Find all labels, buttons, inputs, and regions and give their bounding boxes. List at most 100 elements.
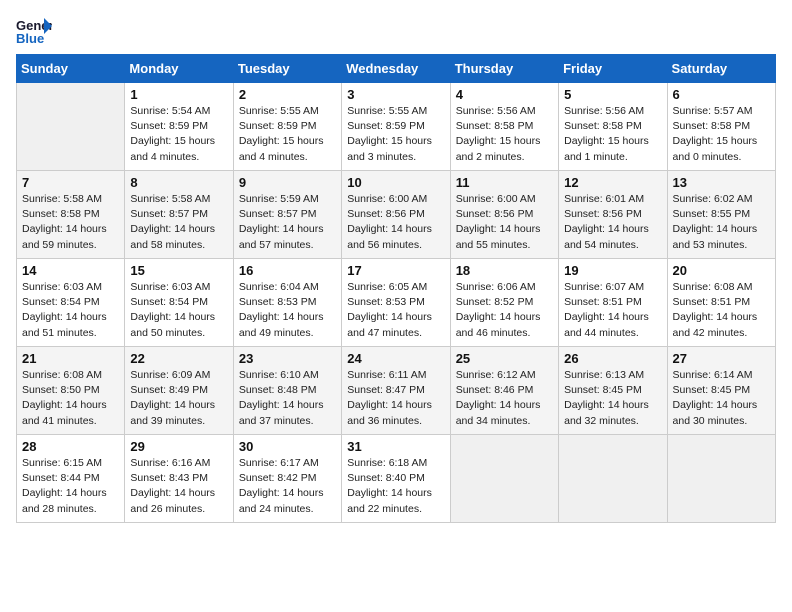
page-header: General Blue [16,16,776,46]
day-number: 21 [22,351,119,366]
day-info: Sunrise: 5:54 AM Sunset: 8:59 PM Dayligh… [130,104,227,165]
day-number: 20 [673,263,770,278]
week-row-4: 21 Sunrise: 6:08 AM Sunset: 8:50 PM Dayli… [17,347,776,435]
day-number: 2 [239,87,336,102]
calendar-cell: 23Sunrise: 6:10 AM Sunset: 8:48 PM Dayli… [233,347,341,435]
svg-text:Blue: Blue [16,31,44,46]
day-info: Sunrise: 6:04 AM Sunset: 8:53 PM Dayligh… [239,280,336,341]
day-number: 27 [673,351,770,366]
day-number: 15 [130,263,227,278]
day-info: Sunrise: 6:03 AM Sunset: 8:54 PM Dayligh… [130,280,227,341]
calendar-cell: 30 Sunrise: 6:17 AM Sunset: 8:42 PM Dayli… [233,435,341,523]
day-number: 22 [130,351,227,366]
day-info: Sunrise: 6:07 AM Sunset: 8:51 PM Dayligh… [564,280,661,341]
calendar-cell: 1 Sunrise: 5:54 AM Sunset: 8:59 PM Daylig… [125,83,233,171]
day-number: 7 [22,175,119,190]
day-number: 30 [239,439,336,454]
calendar-table: SundayMondayTuesdayWednesdayThursdayFrid… [16,54,776,523]
week-row-2: 7 Sunrise: 5:58 AM Sunset: 8:58 PM Daylig… [17,171,776,259]
calendar-cell: 9Sunrise: 5:59 AM Sunset: 8:57 PM Daylig… [233,171,341,259]
day-number: 18 [456,263,553,278]
day-number: 29 [130,439,227,454]
calendar-cell [17,83,125,171]
day-info: Sunrise: 6:13 AM Sunset: 8:45 PM Dayligh… [564,368,661,429]
day-number: 12 [564,175,661,190]
calendar-cell: 31 Sunrise: 6:18 AM Sunset: 8:40 PM Dayli… [342,435,450,523]
day-info: Sunrise: 6:12 AM Sunset: 8:46 PM Dayligh… [456,368,553,429]
day-header-friday: Friday [559,55,667,83]
day-info: Sunrise: 5:55 AM Sunset: 8:59 PM Dayligh… [239,104,336,165]
day-number: 23 [239,351,336,366]
calendar-cell: 13 Sunrise: 6:02 AM Sunset: 8:55 PM Dayli… [667,171,775,259]
day-info: Sunrise: 6:08 AM Sunset: 8:50 PM Dayligh… [22,368,119,429]
logo-icon: General Blue [16,16,52,46]
day-header-saturday: Saturday [667,55,775,83]
week-row-1: 1 Sunrise: 5:54 AM Sunset: 8:59 PM Daylig… [17,83,776,171]
calendar-cell: 24Sunrise: 6:11 AM Sunset: 8:47 PM Dayli… [342,347,450,435]
day-info: Sunrise: 6:03 AM Sunset: 8:54 PM Dayligh… [22,280,119,341]
calendar-cell: 25 Sunrise: 6:12 AM Sunset: 8:46 PM Dayli… [450,347,558,435]
day-info: Sunrise: 6:18 AM Sunset: 8:40 PM Dayligh… [347,456,444,517]
day-info: Sunrise: 6:01 AM Sunset: 8:56 PM Dayligh… [564,192,661,253]
day-number: 25 [456,351,553,366]
day-number: 1 [130,87,227,102]
day-info: Sunrise: 5:59 AM Sunset: 8:57 PM Dayligh… [239,192,336,253]
day-info: Sunrise: 5:57 AM Sunset: 8:58 PM Dayligh… [673,104,770,165]
day-number: 16 [239,263,336,278]
day-info: Sunrise: 6:15 AM Sunset: 8:44 PM Dayligh… [22,456,119,517]
logo: General Blue [16,16,52,46]
day-info: Sunrise: 6:17 AM Sunset: 8:42 PM Dayligh… [239,456,336,517]
calendar-cell: 28 Sunrise: 6:15 AM Sunset: 8:44 PM Dayli… [17,435,125,523]
calendar-cell: 22 Sunrise: 6:09 AM Sunset: 8:49 PM Dayli… [125,347,233,435]
calendar-cell: 11Sunrise: 6:00 AM Sunset: 8:56 PM Dayli… [450,171,558,259]
day-info: Sunrise: 6:02 AM Sunset: 8:55 PM Dayligh… [673,192,770,253]
day-number: 28 [22,439,119,454]
calendar-cell: 10 Sunrise: 6:00 AM Sunset: 8:56 PM Dayli… [342,171,450,259]
calendar-cell [559,435,667,523]
day-number: 11 [456,175,553,190]
calendar-cell: 19 Sunrise: 6:07 AM Sunset: 8:51 PM Dayli… [559,259,667,347]
day-number: 10 [347,175,444,190]
calendar-cell: 16 Sunrise: 6:04 AM Sunset: 8:53 PM Dayli… [233,259,341,347]
day-header-wednesday: Wednesday [342,55,450,83]
day-number: 17 [347,263,444,278]
day-number: 31 [347,439,444,454]
day-info: Sunrise: 6:16 AM Sunset: 8:43 PM Dayligh… [130,456,227,517]
calendar-cell: 27 Sunrise: 6:14 AM Sunset: 8:45 PM Dayli… [667,347,775,435]
day-number: 26 [564,351,661,366]
day-info: Sunrise: 6:00 AM Sunset: 8:56 PM Dayligh… [347,192,444,253]
header-row: SundayMondayTuesdayWednesdayThursdayFrid… [17,55,776,83]
calendar-cell: 17Sunrise: 6:05 AM Sunset: 8:53 PM Dayli… [342,259,450,347]
day-number: 6 [673,87,770,102]
calendar-cell: 7 Sunrise: 5:58 AM Sunset: 8:58 PM Daylig… [17,171,125,259]
day-number: 19 [564,263,661,278]
day-number: 5 [564,87,661,102]
day-number: 4 [456,87,553,102]
calendar-cell: 21 Sunrise: 6:08 AM Sunset: 8:50 PM Dayli… [17,347,125,435]
calendar-cell: 12 Sunrise: 6:01 AM Sunset: 8:56 PM Dayli… [559,171,667,259]
day-number: 3 [347,87,444,102]
day-header-tuesday: Tuesday [233,55,341,83]
week-row-5: 28 Sunrise: 6:15 AM Sunset: 8:44 PM Dayli… [17,435,776,523]
day-header-thursday: Thursday [450,55,558,83]
day-header-monday: Monday [125,55,233,83]
calendar-cell: 6 Sunrise: 5:57 AM Sunset: 8:58 PM Daylig… [667,83,775,171]
day-info: Sunrise: 6:14 AM Sunset: 8:45 PM Dayligh… [673,368,770,429]
day-info: Sunrise: 5:58 AM Sunset: 8:58 PM Dayligh… [22,192,119,253]
calendar-cell: 18Sunrise: 6:06 AM Sunset: 8:52 PM Dayli… [450,259,558,347]
calendar-cell: 15 Sunrise: 6:03 AM Sunset: 8:54 PM Dayli… [125,259,233,347]
day-info: Sunrise: 5:56 AM Sunset: 8:58 PM Dayligh… [456,104,553,165]
calendar-cell: 4 Sunrise: 5:56 AM Sunset: 8:58 PM Daylig… [450,83,558,171]
calendar-cell: 20Sunrise: 6:08 AM Sunset: 8:51 PM Dayli… [667,259,775,347]
calendar-cell: 8Sunrise: 5:58 AM Sunset: 8:57 PM Daylig… [125,171,233,259]
day-number: 24 [347,351,444,366]
day-number: 13 [673,175,770,190]
calendar-cell: 3 Sunrise: 5:55 AM Sunset: 8:59 PM Daylig… [342,83,450,171]
day-info: Sunrise: 5:55 AM Sunset: 8:59 PM Dayligh… [347,104,444,165]
day-info: Sunrise: 6:09 AM Sunset: 8:49 PM Dayligh… [130,368,227,429]
calendar-cell: 2 Sunrise: 5:55 AM Sunset: 8:59 PM Daylig… [233,83,341,171]
day-header-sunday: Sunday [17,55,125,83]
calendar-cell: 14Sunrise: 6:03 AM Sunset: 8:54 PM Dayli… [17,259,125,347]
calendar-cell [450,435,558,523]
calendar-cell [667,435,775,523]
